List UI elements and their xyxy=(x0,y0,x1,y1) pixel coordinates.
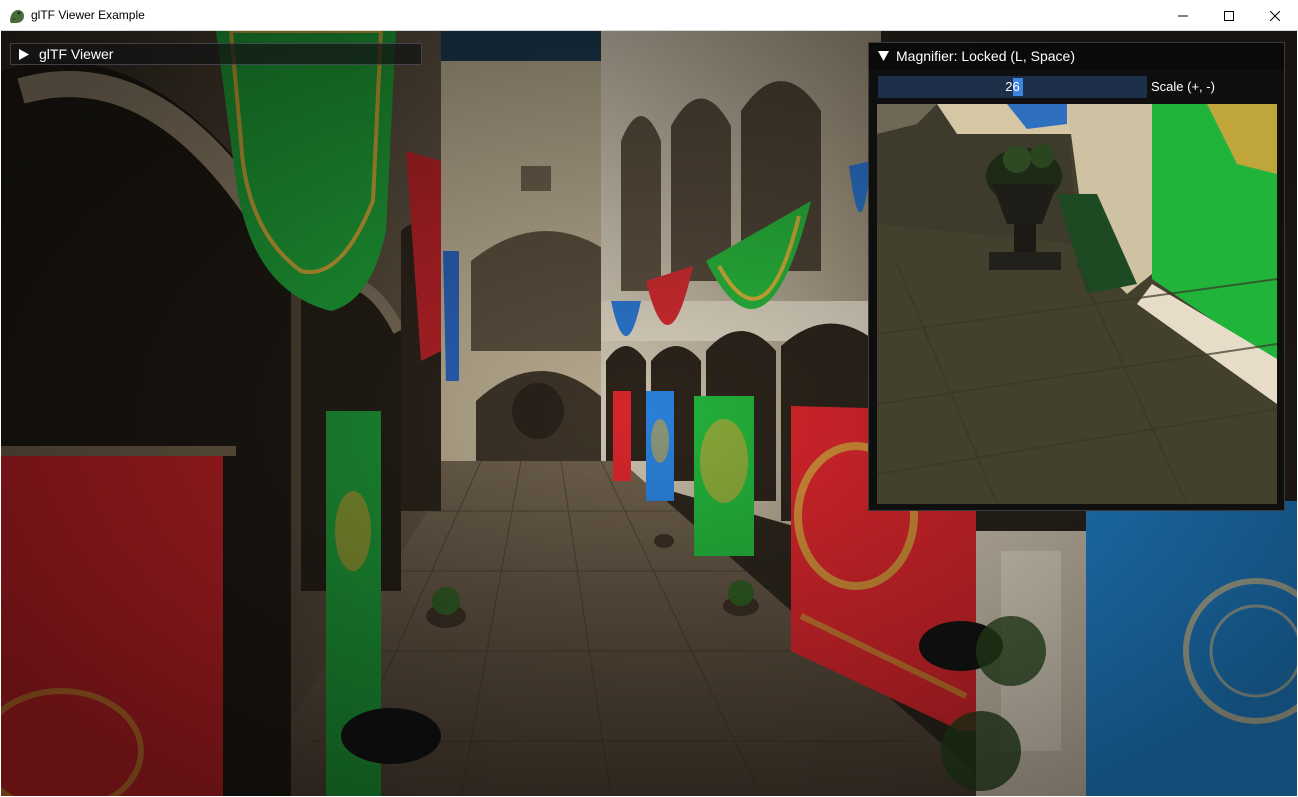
frog-app-icon xyxy=(10,10,24,23)
collapsed-arrow-icon xyxy=(19,49,29,60)
close-button[interactable] xyxy=(1252,0,1298,31)
scale-value: 26 xyxy=(1005,79,1020,94)
magnified-image xyxy=(877,104,1277,504)
maximize-button[interactable] xyxy=(1206,0,1252,31)
magnified-render xyxy=(877,104,1277,504)
scale-slider[interactable]: 26 xyxy=(878,76,1147,98)
magnifier-titlebar[interactable]: Magnifier: Locked (L, Space) xyxy=(869,43,1284,70)
minimize-button[interactable] xyxy=(1160,0,1206,31)
window-titlebar[interactable]: glTF Viewer Example xyxy=(0,0,1298,31)
close-icon xyxy=(1270,10,1280,21)
scale-label: Scale (+, -) xyxy=(1151,79,1215,94)
magnifier-window[interactable]: Magnifier: Locked (L, Space) 26 Scale (+… xyxy=(868,42,1285,511)
gltf-viewer-label: glTF Viewer xyxy=(39,46,114,62)
gltf-viewer-panel-header[interactable]: glTF Viewer xyxy=(10,43,422,65)
window-title: glTF Viewer Example xyxy=(31,8,145,22)
expanded-arrow-icon xyxy=(878,51,889,61)
minimize-icon xyxy=(1178,15,1188,16)
maximize-icon xyxy=(1224,10,1234,21)
magnifier-title: Magnifier: Locked (L, Space) xyxy=(896,48,1075,64)
